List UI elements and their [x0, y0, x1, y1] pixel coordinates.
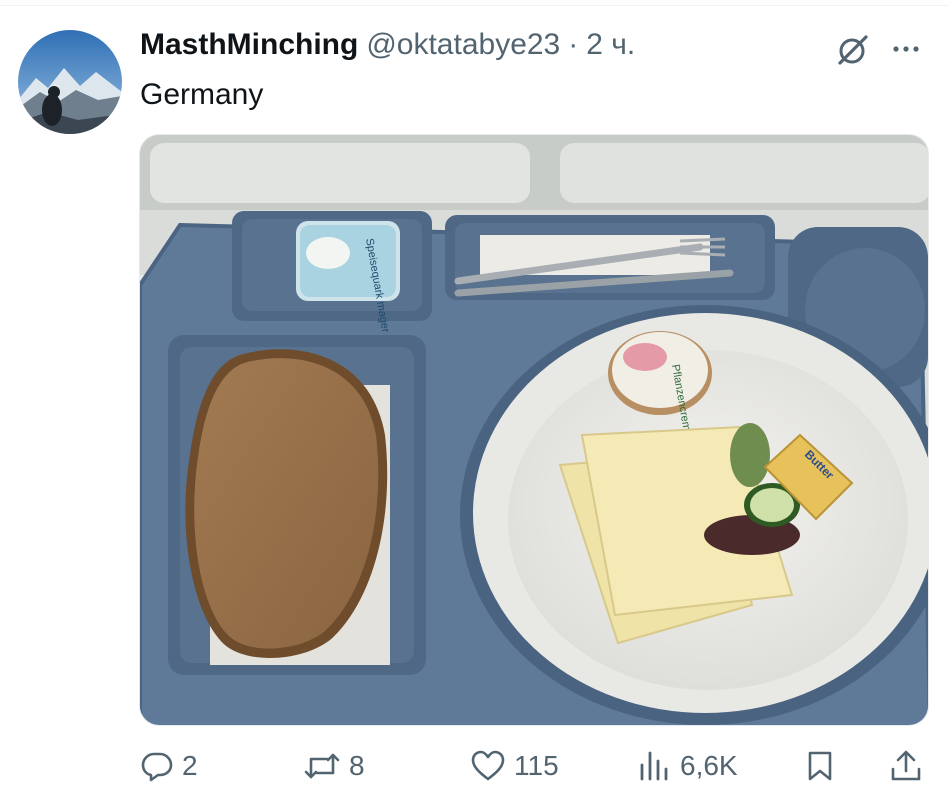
- avatar-image: [18, 30, 122, 134]
- reply-count: 2: [182, 750, 198, 781]
- more-icon[interactable]: [888, 34, 924, 64]
- avatar[interactable]: [18, 30, 122, 134]
- separator-dot: ·: [568, 28, 579, 61]
- bookmark-icon: [808, 751, 832, 781]
- grok-icon[interactable]: [833, 30, 873, 70]
- tweet-text: Germany: [140, 78, 264, 111]
- heart-icon: [471, 750, 505, 781]
- display-name[interactable]: MasthMinching: [140, 28, 358, 62]
- views-count: 6,6K: [680, 750, 738, 781]
- views-button[interactable]: 6,6K: [636, 740, 738, 792]
- repost-button[interactable]: 8: [303, 740, 365, 792]
- tweet-photo[interactable]: Speisequark mager Pflanzencreme Butter: [139, 134, 929, 726]
- top-divider: [0, 5, 949, 6]
- share-button[interactable]: [889, 740, 923, 792]
- reply-icon: [141, 752, 173, 782]
- reply-button[interactable]: 2: [140, 740, 198, 792]
- share-icon: [891, 750, 921, 781]
- like-button[interactable]: 115: [470, 740, 559, 792]
- like-count: 115: [514, 750, 559, 781]
- action-bar: 2 8 115 6,6K: [0, 740, 949, 792]
- bookmark-button[interactable]: [803, 740, 837, 792]
- timestamp[interactable]: 2 ч.: [586, 28, 635, 62]
- user-handle[interactable]: @oktatabye23: [366, 28, 560, 62]
- tweet-header: MasthMinching @oktatabye23 · 2 ч.: [140, 28, 635, 68]
- hospital-meal-photo: Speisequark mager Pflanzencreme Butter: [140, 135, 928, 725]
- repost-count: 8: [349, 750, 365, 781]
- repost-icon: [304, 753, 340, 779]
- views-icon: [640, 751, 668, 781]
